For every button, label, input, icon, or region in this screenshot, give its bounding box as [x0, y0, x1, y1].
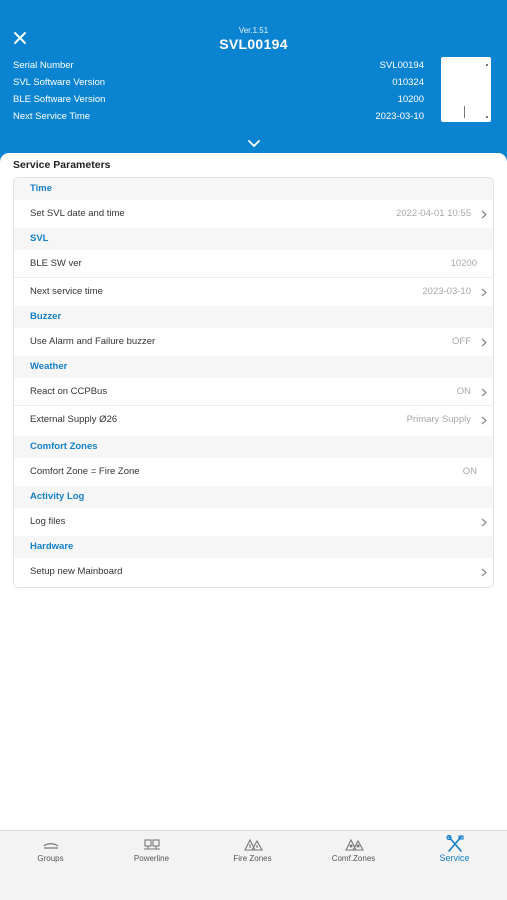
- section-header-buzzer: Buzzer: [14, 306, 493, 328]
- chevron-right-icon: [481, 210, 487, 219]
- tab-label: Groups: [37, 854, 64, 863]
- info-row-next-service: Next Service Time 2023-03-10: [13, 108, 424, 125]
- service-tools-icon: [446, 835, 464, 852]
- info-label: Serial Number: [13, 60, 74, 71]
- comfort-zones-icon: [345, 838, 364, 851]
- row-value: 2023-03-10: [422, 286, 471, 297]
- fire-zones-icon: [244, 838, 263, 851]
- powerline-icon: [144, 839, 160, 850]
- info-label: SVL Software Version: [13, 77, 106, 88]
- row-ble-sw-ver: BLE SW ver 10200: [14, 250, 493, 278]
- row-value: 2022-04-01 10:55: [395, 208, 471, 219]
- tab-groups[interactable]: Groups: [0, 831, 101, 873]
- chevron-down-icon: [248, 140, 260, 147]
- info-value: 2023-03-10: [375, 111, 424, 122]
- info-value: 010324: [392, 77, 424, 88]
- info-row-ble-software: BLE Software Version 10200: [13, 91, 424, 108]
- info-value: 10200: [397, 94, 424, 105]
- device-thumbnail: [441, 57, 491, 122]
- row-label: External Supply Ø26: [30, 414, 118, 425]
- row-label: Log files: [30, 516, 66, 527]
- row-value: ON: [456, 386, 471, 397]
- row-label: Setup new Mainboard: [30, 566, 123, 577]
- tab-label: Comf.Zones: [331, 854, 376, 863]
- info-row-serial: Serial Number SVL00194: [13, 57, 424, 74]
- row-set-svl-date-time[interactable]: Set SVL date and time 2022-04-01 10:55: [14, 200, 493, 228]
- row-log-files[interactable]: Log files: [14, 508, 493, 536]
- row-value: OFF: [452, 336, 471, 347]
- section-header-time: Time: [14, 178, 493, 200]
- info-label: BLE Software Version: [13, 94, 106, 105]
- tab-label: Fire Zones: [233, 854, 272, 863]
- row-value: 10200: [450, 258, 477, 269]
- row-label: Comfort Zone = Fire Zone: [30, 466, 140, 477]
- info-value: SVL00194: [379, 60, 424, 71]
- row-next-service-time[interactable]: Next service time 2023-03-10: [14, 278, 493, 306]
- row-value: Primary Supply: [406, 414, 471, 425]
- tab-comfort-zones[interactable]: Comf.Zones: [303, 831, 404, 873]
- tab-service[interactable]: Service: [404, 831, 505, 873]
- app-header: Ver.1.51 SVL00194 Serial Number SVL00194…: [0, 0, 507, 165]
- chevron-right-icon: [481, 568, 487, 577]
- section-header-svl: SVL: [14, 228, 493, 250]
- chevron-right-icon: [481, 518, 487, 527]
- service-sheet: Service Parameters Time Set SVL date and…: [0, 153, 507, 833]
- row-react-on-ccpbus[interactable]: React on CCPBus ON: [14, 378, 493, 406]
- tab-fire-zones[interactable]: Fire Zones: [202, 831, 303, 873]
- expand-header-button[interactable]: [245, 137, 263, 151]
- page-title: Service Parameters: [13, 159, 111, 171]
- info-row-svl-software: SVL Software Version 010324: [13, 74, 424, 91]
- row-label: BLE SW ver: [30, 258, 82, 269]
- chevron-right-icon: [481, 338, 487, 347]
- info-label: Next Service Time: [13, 111, 91, 122]
- section-header-comfort-zones: Comfort Zones: [14, 436, 493, 458]
- row-comfort-zone-fire-zone: Comfort Zone = Fire Zone ON: [14, 458, 493, 486]
- section-header-weather: Weather: [14, 356, 493, 378]
- app-version: Ver.1.51: [238, 26, 269, 35]
- row-value: ON: [462, 466, 477, 477]
- groups-icon: [43, 843, 59, 849]
- chevron-right-icon: [481, 388, 487, 397]
- tab-label: Powerline: [133, 854, 170, 863]
- row-label: Use Alarm and Failure buzzer: [30, 336, 156, 347]
- row-alarm-failure-buzzer[interactable]: Use Alarm and Failure buzzer OFF: [14, 328, 493, 356]
- tab-label: Service: [439, 853, 470, 863]
- bottom-tab-bar: Groups Powerline Fire Zones Comf.Zones S…: [0, 830, 507, 900]
- row-setup-new-mainboard[interactable]: Setup new Mainboard: [14, 558, 493, 586]
- device-title: SVL00194: [219, 36, 288, 52]
- section-header-hardware: Hardware: [14, 536, 493, 558]
- service-parameters-card: Time Set SVL date and time 2022-04-01 10…: [13, 177, 494, 588]
- row-label: React on CCPBus: [30, 386, 108, 397]
- tab-powerline[interactable]: Powerline: [101, 831, 202, 873]
- row-external-supply[interactable]: External Supply Ø26 Primary Supply: [14, 406, 493, 434]
- section-header-activity-log: Activity Log: [14, 486, 493, 508]
- chevron-right-icon: [481, 416, 487, 425]
- row-label: Next service time: [30, 286, 103, 297]
- row-label: Set SVL date and time: [30, 208, 125, 219]
- chevron-right-icon: [481, 288, 487, 297]
